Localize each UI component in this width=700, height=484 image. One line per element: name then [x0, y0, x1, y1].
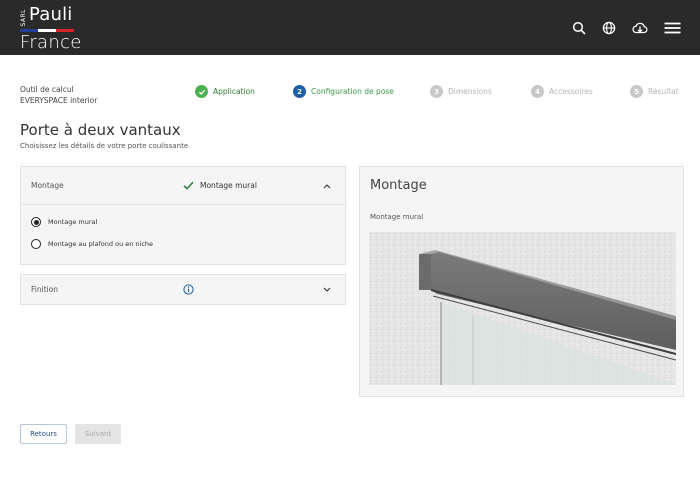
step-accessoires: 4 Accessoires — [531, 85, 593, 98]
step-number: 3 — [430, 85, 443, 98]
radio-montage-mural[interactable]: Montage mural — [31, 217, 97, 227]
radio-label: Montage au plafond ou en niche — [48, 240, 154, 248]
finition-label: Finition — [31, 285, 59, 294]
progress-stepper: Application 2 Configuration de pose 3 Di… — [195, 85, 685, 101]
montage-accordion-header[interactable]: Montage Montage mural — [21, 167, 345, 205]
step-label: Configuration de pose — [311, 87, 394, 96]
calculator-label: Outil de calcul EVERYSPACE interior — [20, 84, 97, 106]
preview-title: Montage — [370, 178, 427, 193]
radio-selected-icon[interactable] — [31, 217, 41, 227]
menu-icon[interactable] — [663, 20, 682, 36]
search-icon[interactable] — [571, 20, 587, 36]
radio-unselected-icon[interactable] — [31, 239, 41, 249]
back-button[interactable]: Retours — [20, 424, 67, 444]
calculator-line2: EVERYSPACE interior — [20, 96, 98, 105]
check-icon — [183, 181, 194, 190]
step-dimensions: 3 Dimensions — [430, 85, 492, 98]
step-label: Accessoires — [549, 87, 593, 96]
top-navigation-bar: SARL Pauli France — [0, 0, 700, 55]
step-application[interactable]: Application — [195, 85, 255, 98]
globe-icon[interactable] — [601, 20, 617, 36]
step-label: Résultat — [648, 87, 679, 96]
preview-subtitle: Montage mural — [370, 213, 424, 221]
step-label: Application — [213, 87, 255, 96]
logo-name-top: Pauli — [29, 4, 73, 25]
finition-accordion-header[interactable]: Finition — [21, 275, 345, 304]
step-number: 2 — [293, 85, 306, 98]
finition-accordion: Finition — [20, 274, 346, 305]
chevron-up-icon[interactable] — [323, 183, 331, 189]
next-button[interactable]: Suivant — [75, 424, 121, 444]
page-subtitle: Choisissez les détails de votre porte co… — [20, 142, 189, 150]
montage-label: Montage — [31, 181, 64, 190]
montage-accordion: Montage Montage mural Montage mural Mont… — [20, 166, 346, 265]
logo-name-bottom: France — [20, 32, 82, 53]
logo-sarl-text: SARL — [20, 9, 27, 27]
step-configuration[interactable]: 2 Configuration de pose — [293, 85, 394, 98]
preview-panel: Montage Montage mural — [359, 166, 684, 397]
info-icon[interactable] — [183, 284, 194, 295]
cloud-download-icon[interactable] — [631, 20, 649, 36]
page-title: Porte à deux vantaux — [20, 121, 181, 139]
step-resultat: 5 Résultat — [630, 85, 679, 98]
check-icon — [195, 85, 208, 98]
radio-label: Montage mural — [48, 218, 98, 226]
step-label: Dimensions — [448, 87, 492, 96]
chevron-down-icon[interactable] — [323, 287, 331, 293]
step-number: 4 — [531, 85, 544, 98]
step-number: 5 — [630, 85, 643, 98]
calculator-line1: Outil de calcul — [20, 85, 74, 94]
montage-selected-value: Montage mural — [200, 181, 257, 190]
radio-montage-plafond[interactable]: Montage au plafond ou en niche — [31, 239, 153, 249]
wall-mount-rail-image — [369, 232, 676, 385]
